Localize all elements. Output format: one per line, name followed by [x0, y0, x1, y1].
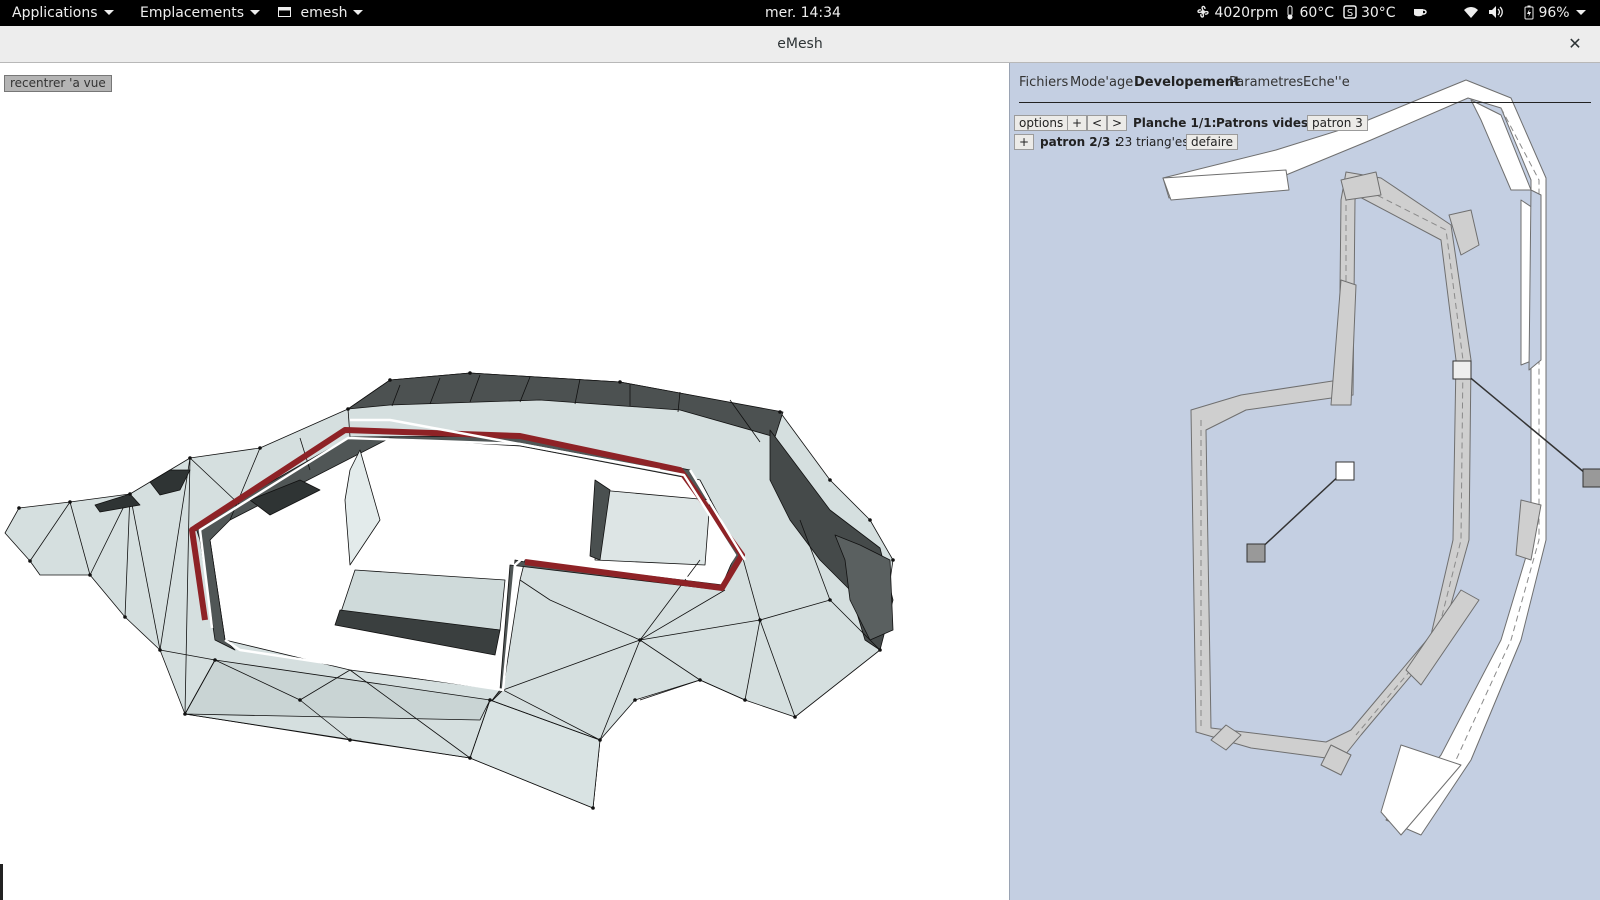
next-sheet-button[interactable]: >	[1107, 115, 1128, 131]
battery-percent: 96%	[1538, 5, 1570, 21]
svg-text:S: S	[1346, 8, 1352, 19]
applications-menu[interactable]: Applications	[12, 0, 114, 26]
battery-icon	[1524, 5, 1534, 19]
places-label: Emplacements	[140, 5, 245, 21]
wifi-icon	[1464, 6, 1478, 18]
app-menu-label: emesh	[300, 5, 348, 21]
pattern-indicator: patron 2/3 :	[1040, 135, 1120, 149]
expand-pattern-button[interactable]: +	[1014, 134, 1035, 150]
development-panel[interactable]: Fichiers Mode'age Developement Parametre…	[1009, 63, 1600, 900]
pattern-handle[interactable]	[1246, 543, 1266, 563]
options-button[interactable]: options	[1014, 115, 1069, 131]
chevron-down-icon	[353, 9, 364, 15]
cpu-temp: 60°C	[1299, 5, 1335, 21]
chevron-down-icon	[1575, 9, 1586, 15]
thermometer-icon	[1287, 5, 1293, 19]
triangle-count: 23 triang'es	[1117, 135, 1189, 149]
wifi-indicator[interactable]	[1463, 0, 1479, 26]
system-top-bar: Applications Emplacements emesh mer. 14:…	[0, 0, 1600, 26]
empty-patterns-label: Patrons vides :	[1216, 116, 1318, 130]
fan-speed: 4020rpm	[1214, 5, 1279, 21]
menu-parametres[interactable]: Parametres	[1229, 75, 1303, 90]
previous-sheet-button[interactable]: <	[1087, 115, 1108, 131]
battery-indicator[interactable]: 96%	[1524, 0, 1586, 26]
clock[interactable]: mer. 14:34	[765, 0, 841, 26]
chevron-down-icon	[103, 9, 114, 15]
pattern-sheet[interactable]	[1010, 63, 1600, 900]
recenter-view-button[interactable]: recentrer 'a vue	[4, 75, 112, 92]
places-menu[interactable]: Emplacements	[140, 0, 261, 26]
clock-label: mer. 14:34	[765, 5, 841, 21]
undo-button[interactable]: defaire	[1186, 134, 1238, 150]
pattern-handle[interactable]	[1452, 360, 1472, 380]
chevron-down-icon	[250, 9, 261, 15]
sheet-indicator: Planche 1/1:	[1133, 116, 1217, 130]
temp-indicator[interactable]: 60°C S 30°C	[1285, 0, 1396, 26]
pattern-handle[interactable]	[1582, 468, 1600, 488]
volume-icon	[1489, 6, 1503, 18]
caffeine-indicator[interactable]	[1412, 0, 1428, 26]
resize-edge	[0, 864, 3, 900]
applications-label: Applications	[12, 5, 98, 21]
close-window-button[interactable]: ✕	[1564, 33, 1586, 55]
fan-indicator[interactable]: 4020rpm	[1196, 0, 1278, 26]
menu-modelage[interactable]: Mode'age	[1070, 75, 1133, 90]
window-icon	[278, 7, 291, 17]
patron-3-button[interactable]: patron 3	[1307, 115, 1368, 131]
window-titlebar[interactable]: eMesh ✕	[0, 26, 1600, 63]
car-mesh-3d[interactable]	[0, 63, 1009, 900]
disk-temp: 30°C	[1360, 5, 1396, 21]
fan-icon	[1197, 5, 1209, 18]
development-menu: Fichiers Mode'age Developement Parametre…	[1019, 63, 1591, 103]
app-menu[interactable]: emesh	[278, 0, 364, 26]
3d-viewport[interactable]: recentrer 'a vue	[0, 63, 1009, 900]
menu-developement[interactable]: Developement	[1134, 75, 1240, 90]
chip-icon: S	[1342, 5, 1357, 19]
menu-echelle[interactable]: Eche''e	[1303, 75, 1350, 90]
pattern-handle[interactable]	[1335, 461, 1355, 481]
window-title: eMesh	[777, 36, 823, 52]
add-sheet-button[interactable]: +	[1067, 115, 1088, 131]
volume-indicator[interactable]	[1488, 0, 1504, 26]
coffee-cup-icon	[1414, 9, 1427, 17]
menu-fichiers[interactable]: Fichiers	[1019, 75, 1068, 90]
